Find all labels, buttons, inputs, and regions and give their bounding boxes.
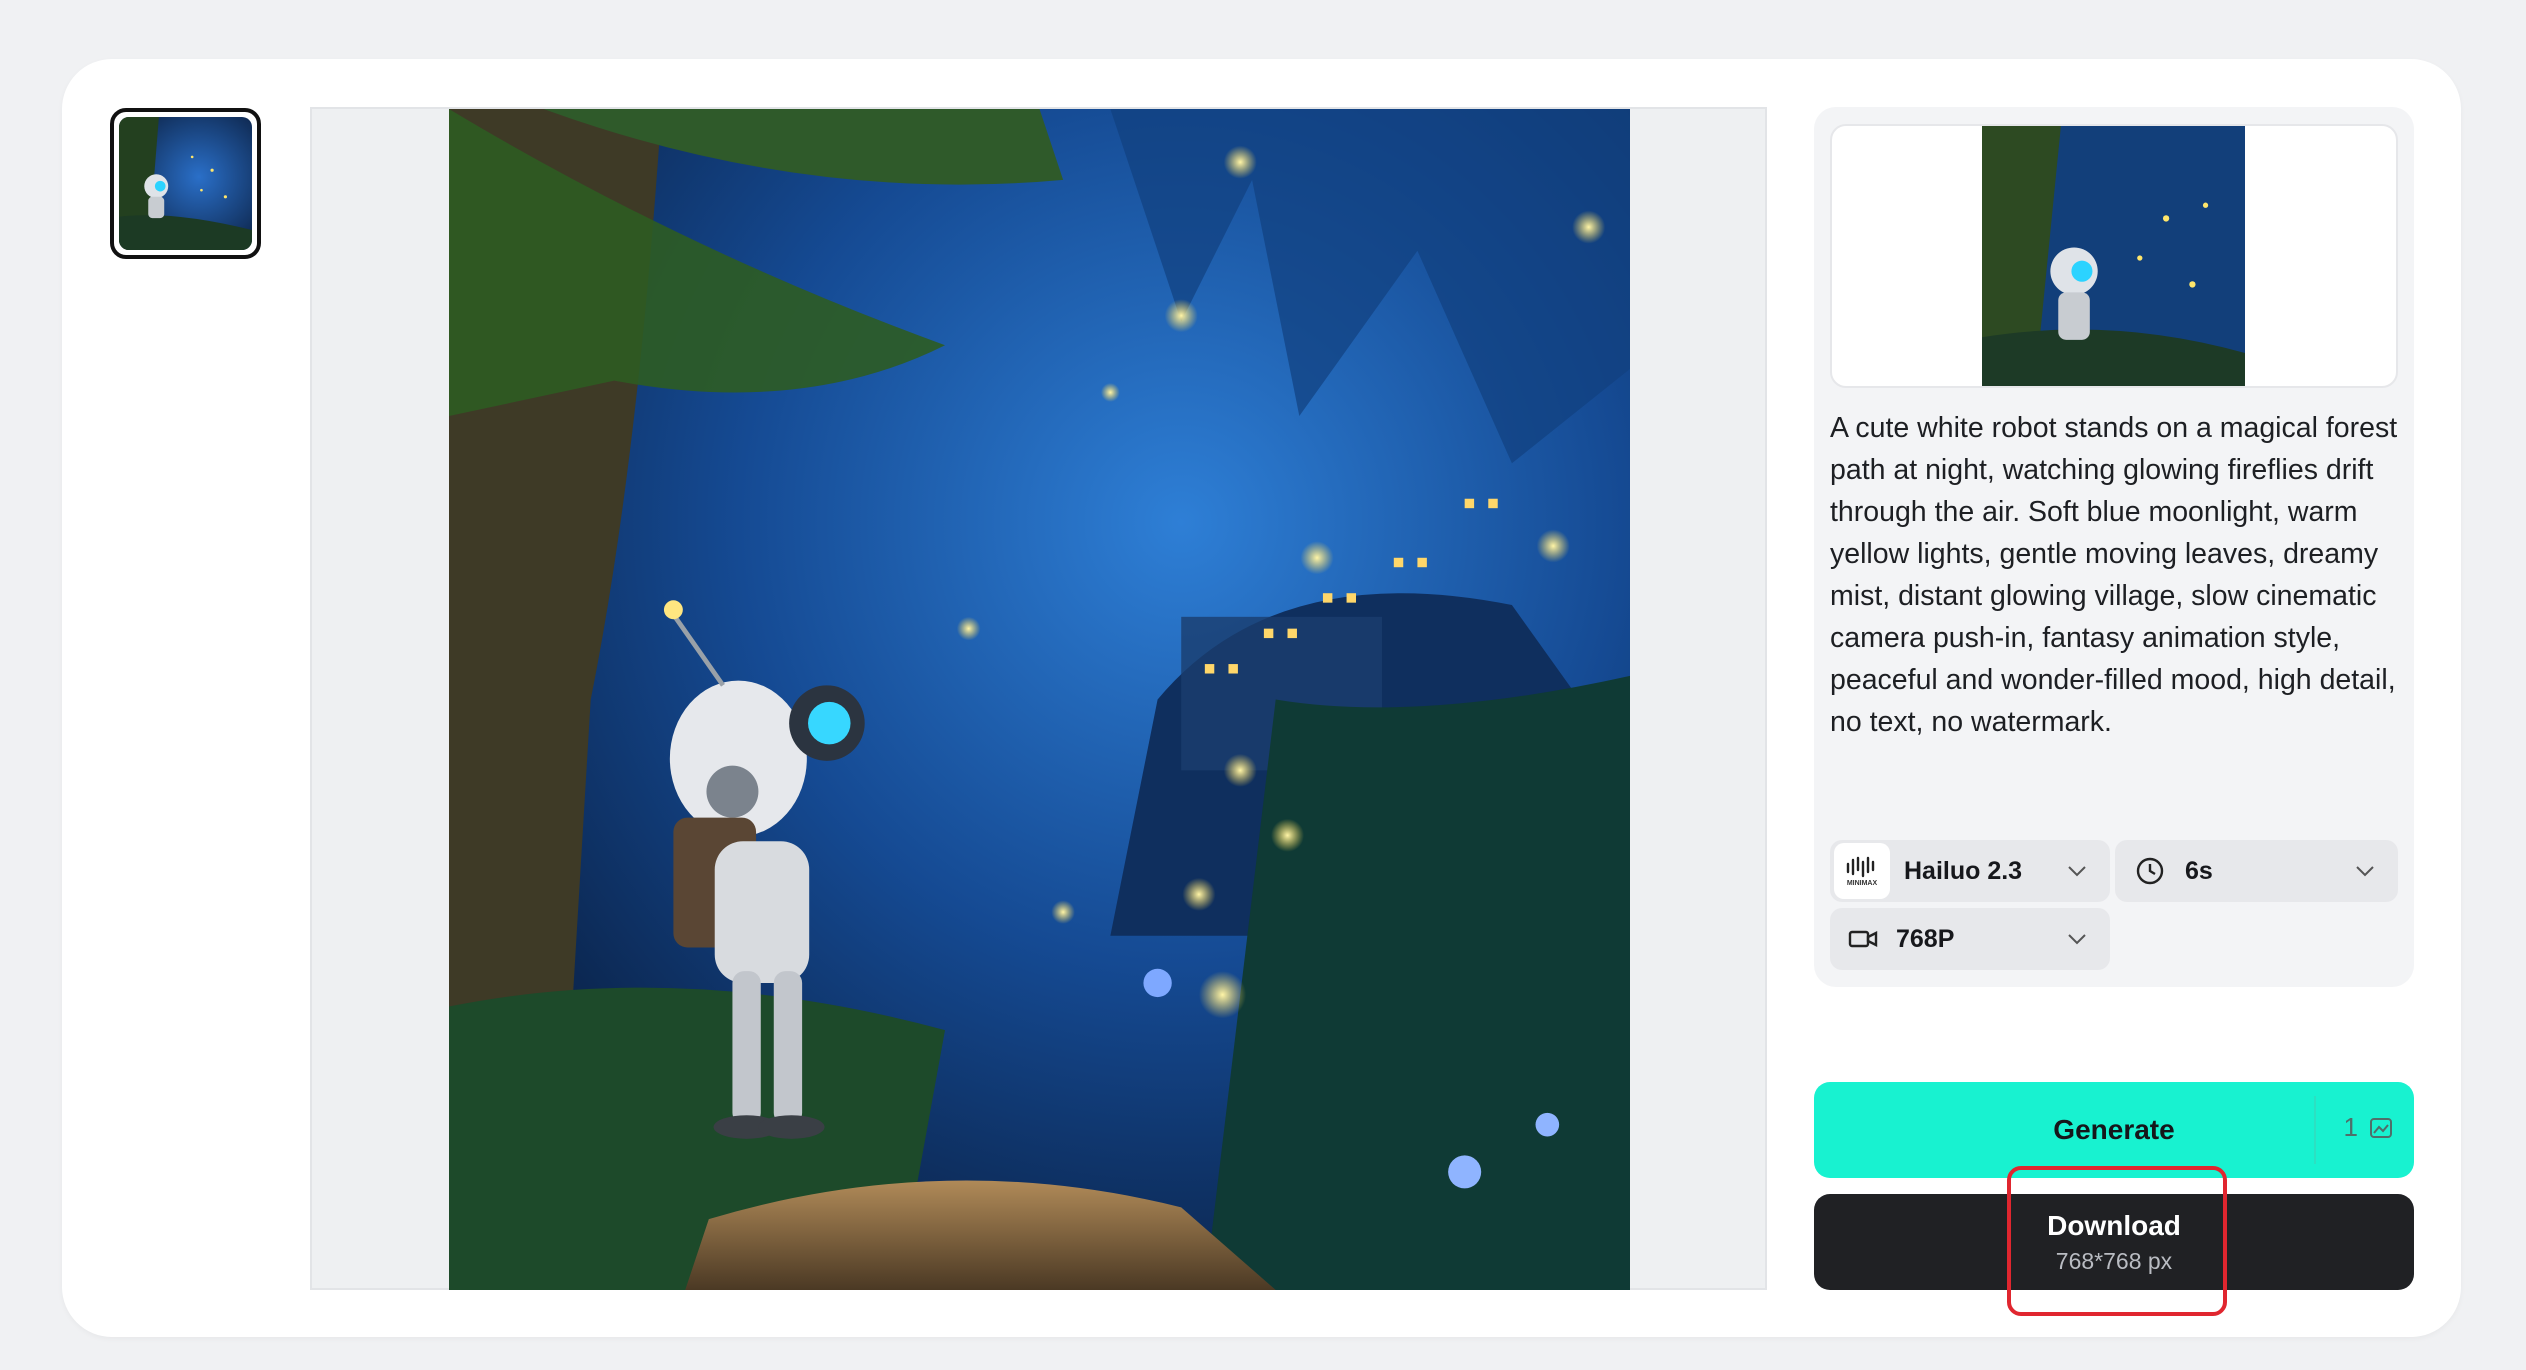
main-image [449, 109, 1630, 1290]
clock-icon [2136, 857, 2164, 885]
image-credit-icon [2370, 1117, 2392, 1138]
thumbnail-image [119, 117, 252, 250]
image-viewer [310, 107, 1767, 1290]
credit-count: 1 [2343, 1112, 2358, 1142]
download-highlight-box [2007, 1166, 2227, 1316]
reference-image-preview[interactable] [1830, 124, 2398, 388]
generate-label: Generate [2053, 1114, 2175, 1145]
duration-label: 6s [2185, 856, 2213, 885]
prompt-text[interactable]: A cute white robot stands on a magical f… [1830, 407, 2410, 743]
generate-divider [2314, 1096, 2316, 1164]
thumbnail-selected[interactable] [110, 108, 261, 259]
thumbnail-list [110, 108, 261, 259]
model-select[interactable]: MINIMAX Hailuo 2.3 [1830, 840, 2110, 902]
settings-panel: A cute white robot stands on a magical f… [1814, 107, 2414, 987]
duration-select[interactable]: 6s [2115, 840, 2398, 902]
chevron-down-icon [2356, 866, 2374, 877]
resolution-select[interactable]: 768P [1830, 908, 2110, 970]
minimax-logo-icon: MINIMAX [1834, 843, 1890, 899]
minimax-logo-text: MINIMAX [1846, 879, 1878, 887]
model-label: Hailuo 2.3 [1904, 856, 2023, 885]
preview-image [1982, 126, 2245, 386]
video-camera-icon [1848, 930, 1878, 948]
chevron-down-icon [2068, 934, 2086, 945]
chevron-down-icon [2068, 866, 2086, 877]
generate-button[interactable]: Generate 1 [1814, 1082, 2414, 1178]
resolution-label: 768P [1896, 924, 1955, 953]
credit-cost: 1 [2344, 1112, 2394, 1143]
